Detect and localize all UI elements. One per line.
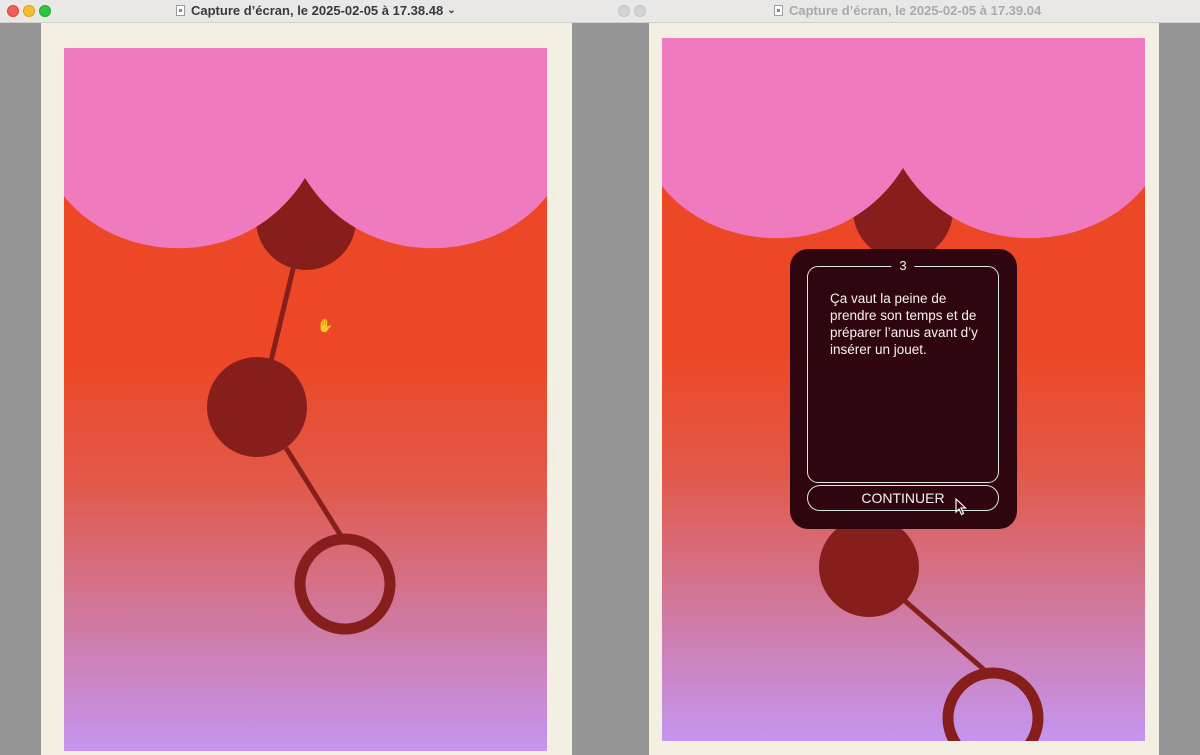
window-title-text: Capture d’écran, le 2025-02-05 à 17.38.4… <box>191 3 444 18</box>
zoom-window-button[interactable] <box>39 5 51 17</box>
preview-window-right: Capture d’écran, le 2025-02-05 à 17.39.0… <box>617 0 1200 755</box>
window-title[interactable]: Capture d’écran, le 2025-02-05 à 17.39.0… <box>774 3 1041 18</box>
bead-middle <box>207 357 307 457</box>
minimize-window-button[interactable] <box>634 5 646 17</box>
close-window-button[interactable] <box>7 5 19 17</box>
card-number: 3 <box>891 258 915 274</box>
window-title-text: Capture d’écran, le 2025-02-05 à 17.39.0… <box>789 3 1042 18</box>
window-title[interactable]: Capture d’écran, le 2025-02-05 à 17.38.4… <box>176 3 456 18</box>
document-icon <box>176 5 185 16</box>
page-background: ✋ <box>41 23 572 755</box>
window-titlebar[interactable]: Capture d’écran, le 2025-02-05 à 17.39.0… <box>617 0 1200 23</box>
bead-middle <box>819 517 919 617</box>
window-titlebar[interactable]: Capture d’écran, le 2025-02-05 à 17.38.4… <box>0 0 617 23</box>
card-message: Ça vaut la peine de prendre son temps et… <box>830 291 978 357</box>
arrow-pointer-icon <box>955 498 967 516</box>
preview-window-left: Capture d’écran, le 2025-02-05 à 17.38.4… <box>0 0 617 755</box>
info-card-modal: 3 Ça vaut la peine de prendre son temps … <box>790 249 1017 529</box>
illustration-svg <box>64 48 547 751</box>
document-icon <box>774 5 783 16</box>
illustration-anal-beads[interactable]: ✋ <box>64 48 547 751</box>
card-frame: 3 Ça vaut la peine de prendre son temps … <box>807 258 999 483</box>
chevron-down-icon[interactable]: ⌄ <box>447 5 455 16</box>
grab-hand-icon: ✋ <box>317 318 334 333</box>
close-window-button[interactable] <box>618 5 630 17</box>
continue-button[interactable]: CONTINUER <box>807 485 999 511</box>
minimize-window-button[interactable] <box>23 5 35 17</box>
